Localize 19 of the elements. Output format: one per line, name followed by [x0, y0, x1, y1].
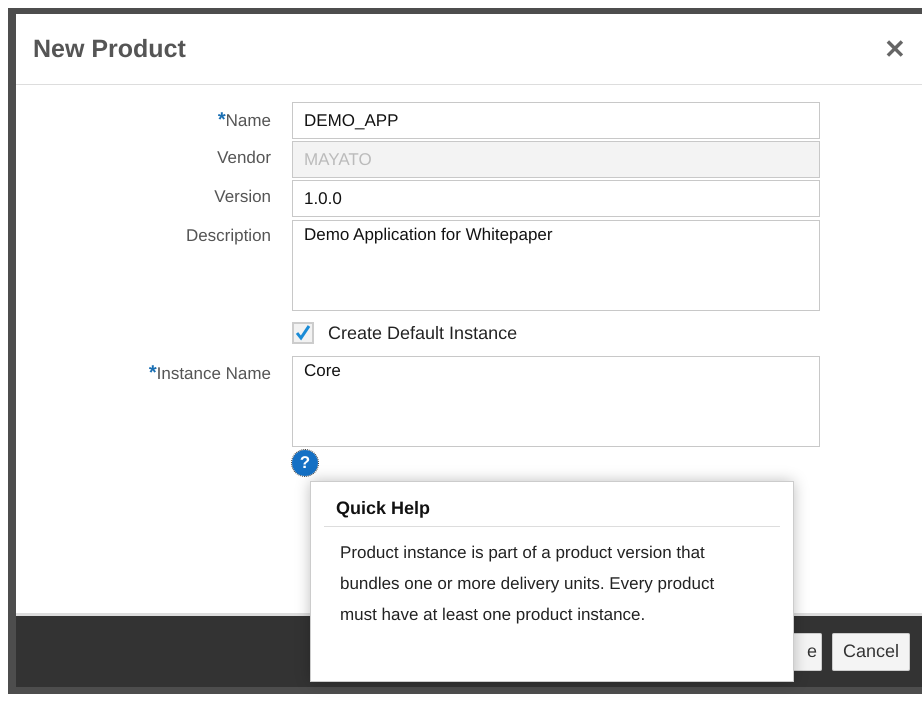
help-text: Product instance is part of a product version that bundles one or more delivery units. Every product must have at least one product instance. [340, 542, 716, 626]
input-field[interactable]: DEMO_APP [292, 102, 820, 139]
input-field[interactable]: 1.0.0 [292, 180, 820, 217]
required-mark: * [148, 362, 157, 384]
field-label: Name [226, 111, 271, 130]
popup-title: Quick Help [324, 482, 780, 527]
text-area[interactable]: Core [292, 356, 820, 447]
field-label: Vendor [217, 148, 271, 167]
help-icon[interactable]: ? [292, 450, 318, 476]
field-label: Description [186, 226, 271, 245]
text-area[interactable]: Demo Application for Whitepaper [292, 220, 820, 311]
field-label: Instance Name [156, 364, 271, 383]
checkbox-label: Create Default Instance [328, 322, 518, 344]
checkbox[interactable] [292, 322, 314, 344]
required-mark: * [218, 109, 226, 131]
footer-button[interactable]: Cancel [832, 632, 910, 670]
dialog-title: New Product [33, 34, 186, 64]
close-button[interactable]: ✕ [884, 34, 906, 64]
field-label: Version [214, 187, 271, 206]
